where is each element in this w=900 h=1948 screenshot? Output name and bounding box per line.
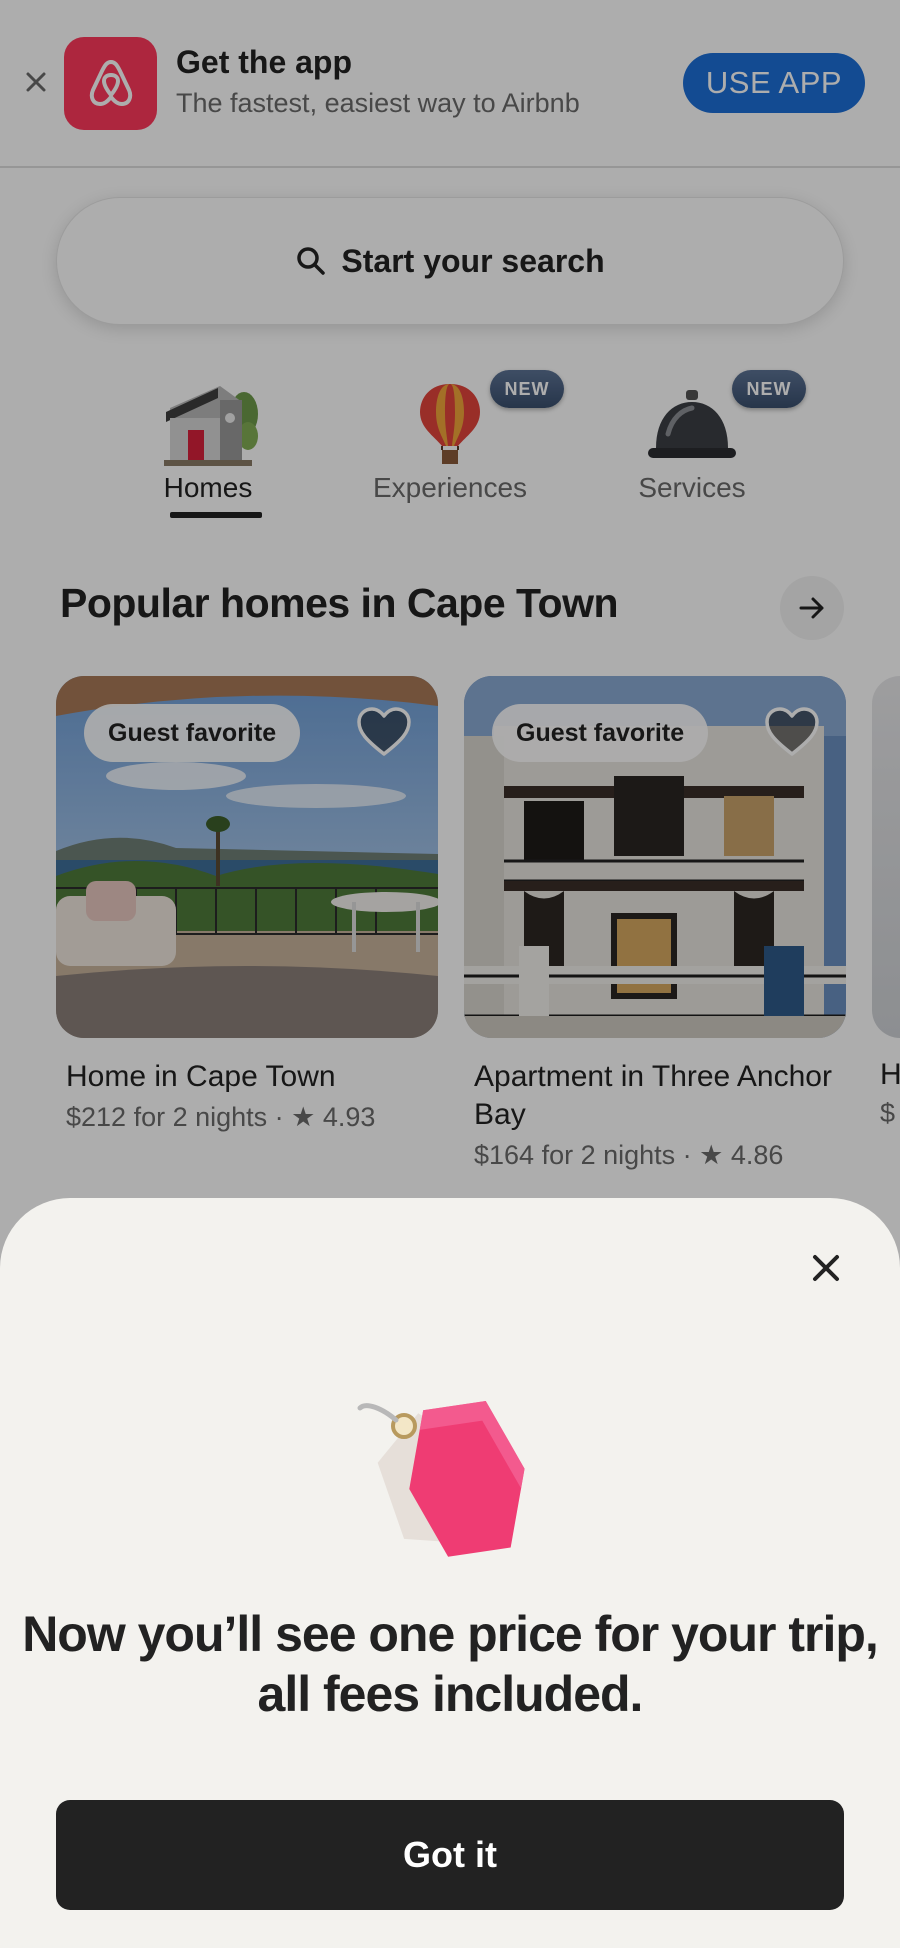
close-icon[interactable] bbox=[808, 1250, 844, 1286]
bottom-sheet: Now you’ll see one price for your trip, … bbox=[0, 1198, 900, 1948]
got-it-button[interactable]: Got it bbox=[56, 1800, 844, 1910]
sheet-heading: Now you’ll see one price for your trip, … bbox=[22, 1606, 879, 1722]
price-tag-icon bbox=[357, 1400, 525, 1557]
